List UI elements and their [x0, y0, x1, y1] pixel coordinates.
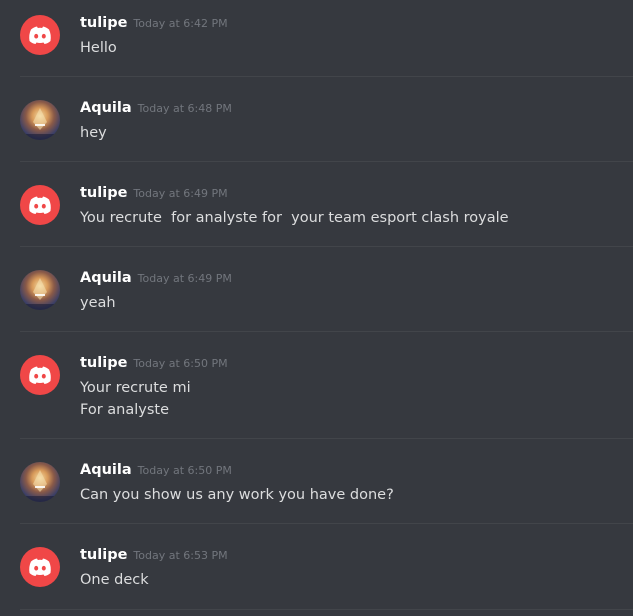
message-divider	[20, 609, 633, 610]
message-timestamp: Today at 6:49 PM	[137, 272, 232, 285]
message-line: hey	[80, 125, 107, 141]
message-author[interactable]: Aquila Today at 6:50 PM	[80, 462, 232, 478]
message-group: tulipe Today at 6:49 PM You recrute for a…	[0, 170, 633, 247]
message-author[interactable]: tulipe Today at 6:50 PM	[80, 355, 228, 371]
message-group: Aquila Today at 6:49 PM yeah	[0, 255, 633, 332]
message-line: You recrute for analyste for your team e…	[80, 210, 509, 226]
message-timestamp: Today at 6:50 PM	[137, 464, 232, 477]
message-line: Your recrute mi	[80, 380, 191, 396]
message-content: Can you show us any work you have done?	[80, 484, 394, 506]
message-group: Aquila Today at 6:48 PM hey	[0, 85, 633, 162]
message-content: You recrute for analyste for your team e…	[80, 207, 509, 229]
message-line: For analyste	[80, 402, 169, 418]
message-author[interactable]: tulipe Today at 6:53 PM	[80, 547, 228, 563]
message-divider	[20, 438, 633, 439]
message-content: Hello	[80, 37, 117, 59]
message-author[interactable]: Aquila Today at 6:48 PM	[80, 100, 232, 116]
message-timestamp: Today at 6:49 PM	[133, 187, 228, 200]
chat-messages: tulipe Today at 6:42 PM Hello Aquila Today…	[0, 0, 633, 616]
aquila-avatar[interactable]	[20, 100, 60, 140]
message-group: Aquila Today at 6:50 PM Can you show us a…	[0, 447, 633, 524]
message-divider	[20, 523, 633, 524]
message-group: tulipe Today at 6:50 PM Your recrute mi F…	[0, 340, 633, 439]
message-content: One deck	[80, 569, 149, 591]
message-line: yeah	[80, 295, 116, 311]
message-timestamp: Today at 6:53 PM	[133, 549, 228, 562]
aquila-avatar[interactable]	[20, 270, 60, 310]
discord-logo-icon[interactable]	[20, 15, 60, 55]
message-line: Hello	[80, 40, 117, 56]
message-line: One deck	[80, 572, 149, 588]
aquila-avatar[interactable]	[20, 462, 60, 502]
discord-logo-icon[interactable]	[20, 547, 60, 587]
message-author[interactable]: tulipe Today at 6:42 PM	[80, 15, 228, 31]
message-content: hey	[80, 122, 107, 144]
message-content: yeah	[80, 292, 116, 314]
message-author[interactable]: tulipe Today at 6:49 PM	[80, 185, 228, 201]
message-line: Can you show us any work you have done?	[80, 487, 394, 503]
message-timestamp: Today at 6:48 PM	[137, 102, 232, 115]
message-content: Your recrute mi For analyste	[80, 377, 191, 421]
message-divider	[20, 161, 633, 162]
discord-logo-icon[interactable]	[20, 355, 60, 395]
message-group: tulipe Today at 6:53 PM One deck	[0, 532, 633, 616]
message-divider	[20, 331, 633, 332]
message-divider	[20, 246, 633, 247]
discord-logo-icon[interactable]	[20, 185, 60, 225]
message-divider	[20, 76, 633, 77]
message-author[interactable]: Aquila Today at 6:49 PM	[80, 270, 232, 286]
message-timestamp: Today at 6:42 PM	[133, 17, 228, 30]
message-timestamp: Today at 6:50 PM	[133, 357, 228, 370]
message-group: tulipe Today at 6:42 PM Hello	[0, 0, 633, 77]
